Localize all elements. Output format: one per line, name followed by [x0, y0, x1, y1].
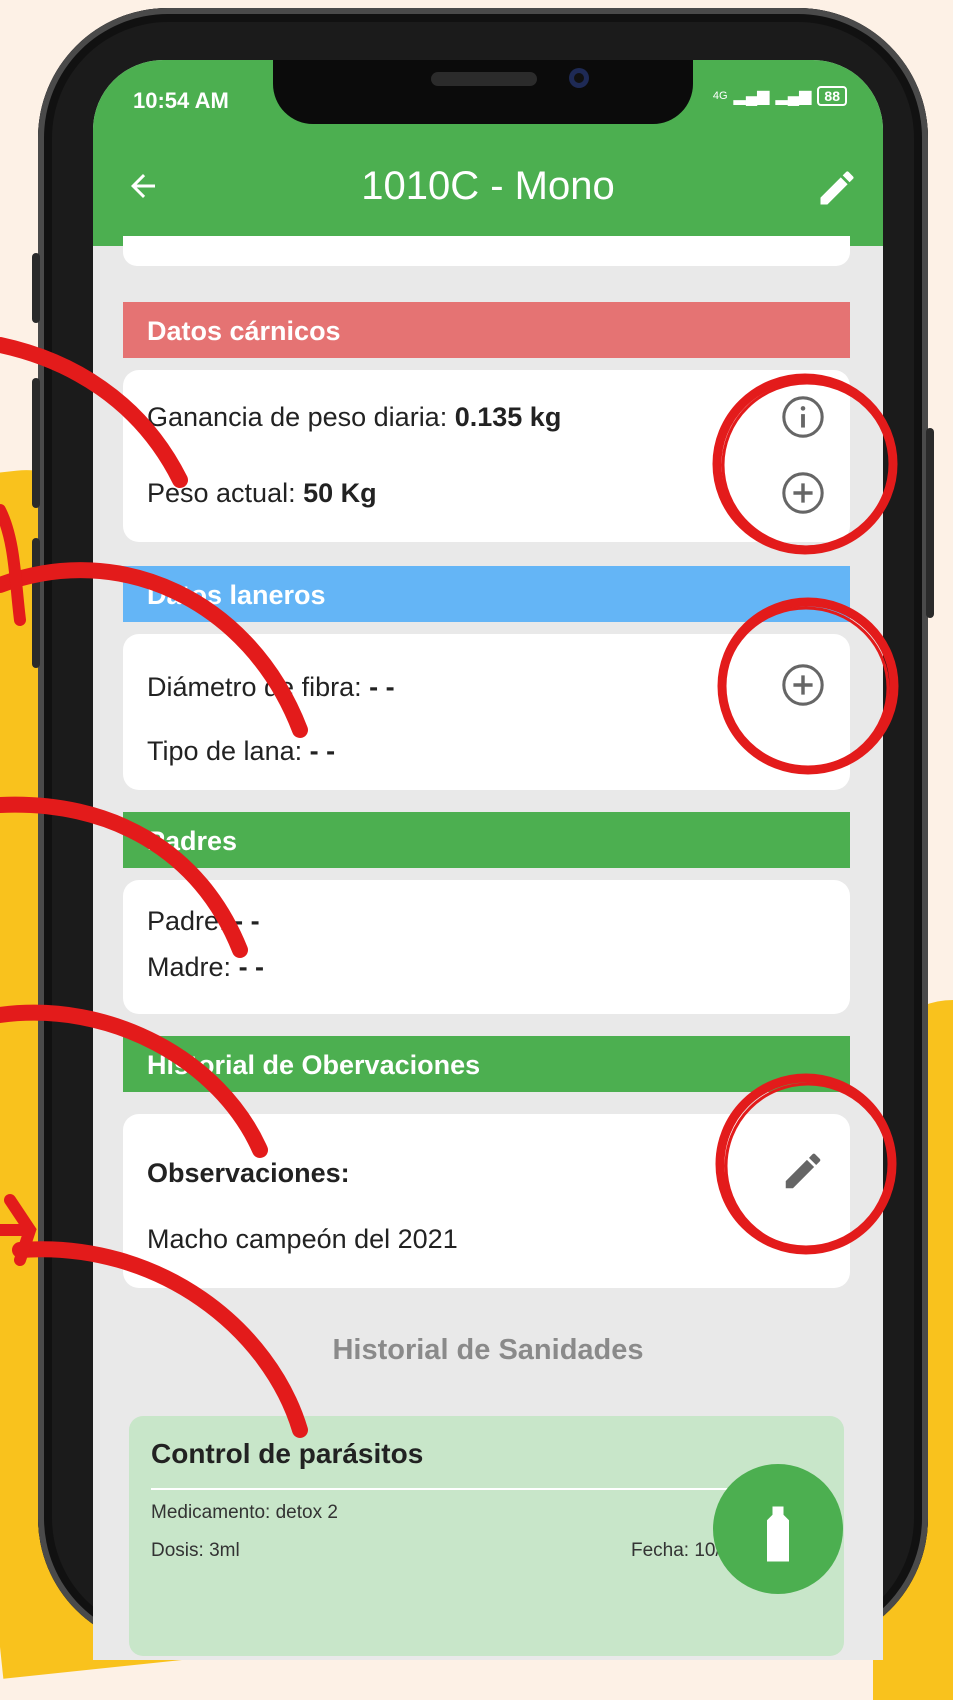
status-time: 10:54 AM: [133, 88, 229, 113]
madre-row: Madre: - -: [147, 952, 264, 983]
peso-label: Peso actual:: [147, 478, 296, 508]
diametro-row: Diámetro de fibra: - -: [147, 672, 395, 703]
info-icon[interactable]: [780, 394, 826, 440]
tipo-lana-value: - -: [309, 736, 336, 766]
card-carnicos: Ganancia de peso diaria: 0.135 kg Peso a…: [123, 370, 850, 542]
tipo-lana-row: Tipo de lana: - -: [147, 736, 335, 767]
section-header-carnicos: Datos cárnicos: [123, 302, 850, 358]
battery-icon: 88: [817, 86, 847, 106]
phone-side-button: [32, 253, 40, 323]
add-circle-icon[interactable]: [780, 662, 826, 708]
status-icons: 4G ▂▄▆ ▂▄▆ 88: [713, 86, 847, 106]
bottle-icon: [767, 1506, 789, 1562]
ganancia-value: 0.135 kg: [454, 402, 562, 432]
divider: [151, 1488, 822, 1490]
observaciones-label: Observaciones:: [147, 1158, 350, 1188]
ganancia-row: Ganancia de peso diaria: 0.135 kg: [147, 402, 561, 433]
peso-row: Peso actual: 50 Kg: [147, 478, 377, 509]
padre-value: - -: [234, 906, 260, 936]
signal-icon: ▂▄▆: [775, 88, 812, 105]
front-camera: [569, 68, 589, 88]
peso-value: 50 Kg: [303, 478, 377, 508]
padre-row: Padre: - -: [147, 906, 260, 937]
section-header-laneros: Datos laneros: [123, 566, 850, 622]
section-header-padres: Padres: [123, 812, 850, 868]
sanidad-medicamento: Medicamento: detox 2: [151, 1502, 338, 1523]
diametro-value: - -: [369, 672, 395, 702]
add-sanidad-fab[interactable]: [713, 1464, 843, 1594]
phone-screen: 10:54 AM 4G ▂▄▆ ▂▄▆ 88 1010C - Mono Dato…: [93, 60, 883, 1660]
padre-label: Padre:: [147, 906, 227, 936]
diametro-label: Diámetro de fibra:: [147, 672, 362, 702]
pencil-icon[interactable]: [780, 1148, 826, 1194]
sanidad-dosis: Dosis: 3ml: [151, 1540, 240, 1561]
phone-side-button: [32, 538, 40, 668]
card-padres: Padre: - - Madre: - -: [123, 880, 850, 1014]
card-laneros: Diámetro de fibra: - - Tipo de lana: - -: [123, 634, 850, 790]
add-circle-icon[interactable]: [780, 470, 826, 516]
observaciones-text: Macho campeón del 2021: [147, 1224, 458, 1254]
pencil-icon[interactable]: [815, 166, 859, 210]
previous-card-edge: [123, 236, 850, 266]
section-header-observaciones: Historial de Obervaciones: [123, 1036, 850, 1092]
phone-side-button: [32, 378, 40, 508]
app-bar: 1010C - Mono: [93, 128, 883, 246]
page-title: 1010C - Mono: [361, 164, 615, 208]
camera-notch: [273, 60, 693, 124]
sanidades-title: Historial de Sanidades: [332, 1334, 644, 1366]
network-type: 4G: [712, 90, 728, 102]
sanidad-title: Control de parásitos: [151, 1438, 424, 1469]
madre-label: Madre:: [147, 952, 232, 982]
card-observaciones: Observaciones: Macho campeón del 2021: [123, 1114, 850, 1288]
ganancia-label: Ganancia de peso diaria:: [147, 402, 448, 432]
madre-value: - -: [238, 952, 265, 982]
status-bar: 10:54 AM 4G ▂▄▆ ▂▄▆ 88: [93, 60, 883, 128]
sanidad-fecha: Fecha: 10/: [631, 1540, 721, 1561]
signal-icon: ▂▄▆: [733, 88, 770, 105]
speaker-grille: [431, 72, 537, 86]
tipo-lana-label: Tipo de lana:: [147, 736, 303, 766]
phone-side-button: [926, 428, 934, 618]
